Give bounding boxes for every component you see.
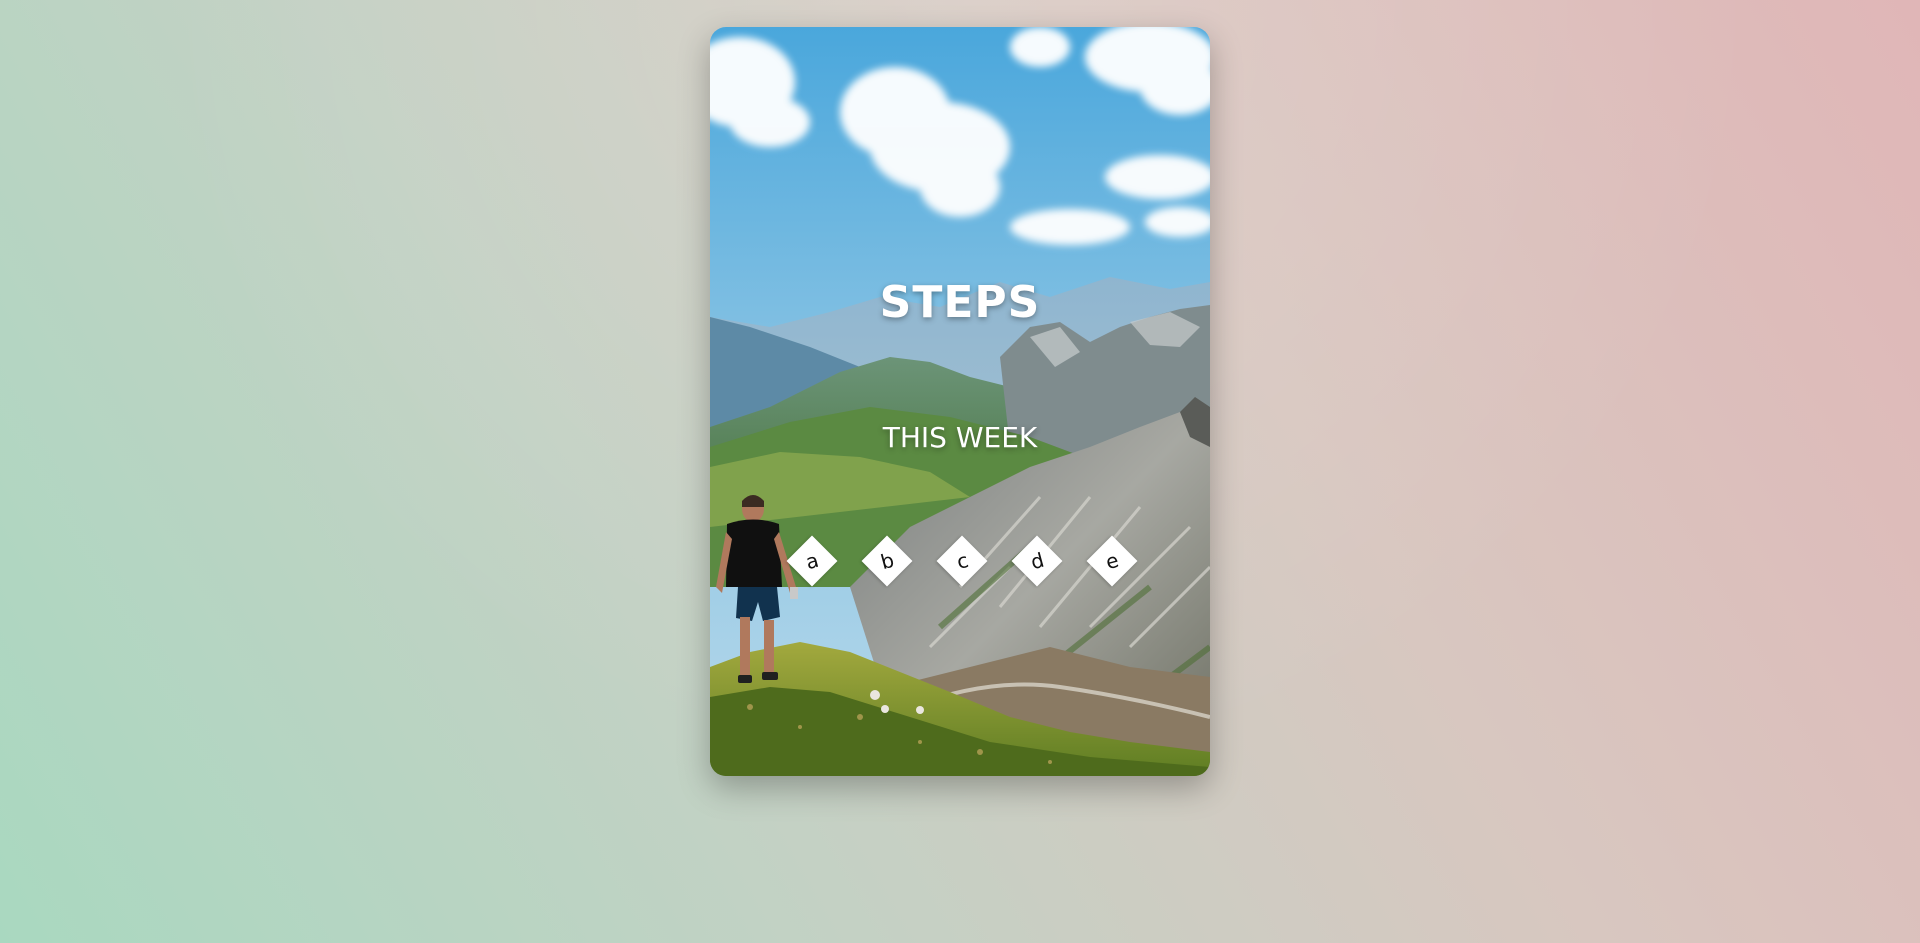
mountain-landscape-image — [710, 27, 1210, 776]
card-subtitle: THIS WEEK — [882, 421, 1038, 454]
step-a-button[interactable]: a — [786, 535, 838, 587]
steps-card: STEPS THIS WEEK a b c d e — [710, 27, 1210, 776]
step-e-button[interactable]: e — [1086, 535, 1138, 587]
step-label: e — [1102, 547, 1122, 575]
step-label: a — [802, 547, 822, 575]
step-label: d — [1027, 547, 1047, 575]
step-label: c — [953, 547, 971, 575]
step-d-button[interactable]: d — [1011, 535, 1063, 587]
steps-row: a b c d e — [786, 535, 1146, 587]
step-b-button[interactable]: b — [861, 535, 913, 587]
card-title: STEPS — [879, 277, 1041, 328]
step-c-button[interactable]: c — [936, 535, 988, 587]
step-label: b — [877, 547, 897, 575]
